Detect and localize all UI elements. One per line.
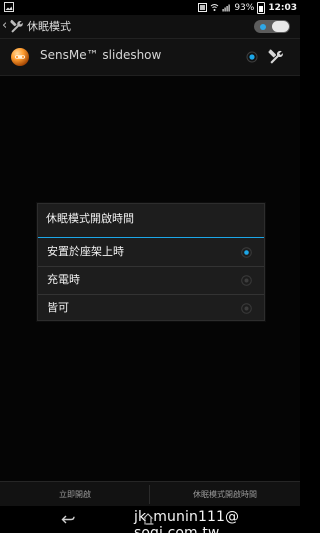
wifi-icon: [211, 4, 219, 11]
page-title: 休眠模式: [27, 20, 71, 33]
screen: 93% 12:03 ‹ 休眠模式 SensMe™ slideshow 休眠模式開…: [0, 0, 300, 533]
watermark-text: jk_munin111@ sogi.com.tw: [134, 509, 240, 533]
status-icons: 93% 12:03: [198, 1, 297, 14]
sensme-icon: [11, 48, 29, 66]
settings-tool-icon[interactable]: [267, 48, 285, 66]
dialog-option-charging[interactable]: 充電時: [38, 267, 264, 294]
dialog-title: 休眠模式開啟時間: [46, 212, 134, 225]
list-item-label: SensMe™ slideshow: [40, 48, 162, 62]
list-item-sensme-slideshow[interactable]: SensMe™ slideshow: [0, 39, 300, 76]
radio-selected-icon[interactable]: [241, 247, 252, 258]
dialog-option-dock[interactable]: 安置於座架上時: [38, 239, 264, 266]
notification-icon: [198, 3, 208, 12]
sleep-mode-toggle[interactable]: [254, 20, 290, 33]
dialog-option-label: 充電時: [47, 273, 80, 286]
start-now-button[interactable]: 立即開啟: [0, 482, 150, 507]
battery-icon: [257, 1, 266, 14]
wake-time-dialog: 休眠模式開啟時間 安置於座架上時 充電時 皆可: [37, 203, 265, 321]
dialog-option-label: 安置於座架上時: [47, 245, 124, 258]
dialog-title-divider: [38, 237, 264, 238]
back-icon[interactable]: [61, 515, 75, 525]
tools-icon: [10, 19, 23, 33]
dialog-option-label: 皆可: [47, 301, 69, 314]
wake-time-button[interactable]: 休眠模式開啟時間: [150, 482, 300, 507]
radio-unselected-icon[interactable]: [241, 275, 252, 286]
radio-selected-icon[interactable]: [246, 51, 258, 63]
battery-percent: 93%: [234, 2, 255, 13]
time: 12:03: [268, 2, 297, 13]
status-bar: 93% 12:03: [0, 0, 300, 15]
action-bar: ‹ 休眠模式: [0, 15, 300, 39]
image-icon: [4, 2, 14, 12]
toggle-dot: [260, 24, 266, 30]
dialog-option-either[interactable]: 皆可: [38, 295, 264, 322]
signal-icon: [222, 4, 231, 12]
bottom-buttons: 立即開啟 休眠模式開啟時間: [0, 481, 300, 507]
radio-unselected-icon[interactable]: [241, 303, 252, 314]
toggle-knob: [272, 21, 289, 32]
